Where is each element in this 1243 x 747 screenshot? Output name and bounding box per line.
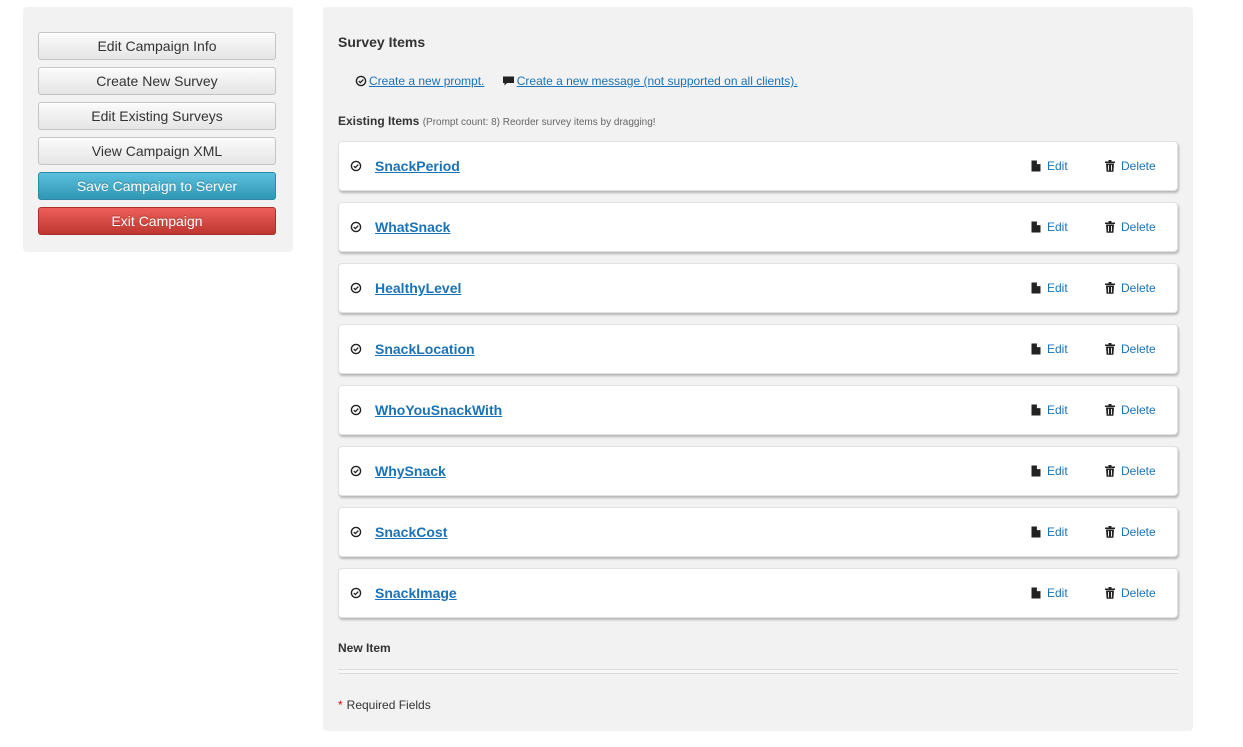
exit-campaign-button[interactable]: Exit Campaign [38, 207, 276, 235]
check-circle-icon [350, 220, 362, 238]
delete-item-button[interactable]: Delete [1105, 586, 1156, 600]
create-prompt-link-wrap: Create a new prompt. [355, 74, 484, 88]
delete-label: Delete [1121, 586, 1156, 600]
existing-items-heading: Existing Items (Prompt count: 8) Reorder… [338, 114, 656, 128]
check-circle-icon [350, 159, 362, 177]
edit-item-button[interactable]: Edit [1031, 159, 1068, 173]
edit-item-button[interactable]: Edit [1031, 586, 1068, 600]
campaign-sidebar: Edit Campaign Info Create New Survey Edi… [23, 7, 293, 252]
edit-label: Edit [1047, 159, 1068, 173]
required-fields-text: Required Fields [346, 698, 431, 712]
survey-items-title: Survey Items [338, 34, 426, 50]
edit-label: Edit [1047, 281, 1068, 295]
survey-item[interactable]: SnackPeriod Edit Delete [338, 141, 1178, 191]
survey-item[interactable]: SnackCost Edit Delete [338, 507, 1178, 557]
edit-label: Edit [1047, 403, 1068, 417]
survey-item[interactable]: WhySnack Edit Delete [338, 446, 1178, 496]
delete-item-button[interactable]: Delete [1105, 403, 1156, 417]
edit-item-button[interactable]: Edit [1031, 281, 1068, 295]
trash-icon [1105, 465, 1115, 477]
edit-campaign-info-button[interactable]: Edit Campaign Info [38, 32, 276, 60]
existing-items-subtitle: (Prompt count: 8) Reorder survey items b… [422, 117, 656, 128]
edit-label: Edit [1047, 525, 1068, 539]
delete-item-button[interactable]: Delete [1105, 159, 1156, 173]
trash-icon [1105, 343, 1115, 355]
file-icon [1031, 526, 1041, 538]
survey-item-name[interactable]: HealthyLevel [375, 280, 461, 296]
check-circle-icon [355, 75, 367, 87]
trash-icon [1105, 526, 1115, 538]
comment-icon [502, 76, 514, 86]
survey-item-name[interactable]: SnackCost [375, 524, 447, 540]
view-campaign-xml-button[interactable]: View Campaign XML [38, 137, 276, 165]
file-icon [1031, 282, 1041, 294]
survey-item-name[interactable]: SnackPeriod [375, 158, 460, 174]
edit-item-button[interactable]: Edit [1031, 342, 1068, 356]
trash-icon [1105, 282, 1115, 294]
edit-label: Edit [1047, 342, 1068, 356]
divider [338, 669, 1178, 674]
create-prompt-link[interactable]: Create a new prompt. [369, 74, 484, 88]
trash-icon [1105, 587, 1115, 599]
file-icon [1031, 221, 1041, 233]
file-icon [1031, 465, 1041, 477]
delete-item-button[interactable]: Delete [1105, 464, 1156, 478]
survey-item[interactable]: WhoYouSnackWith Edit Delete [338, 385, 1178, 435]
survey-item-name[interactable]: WhoYouSnackWith [375, 402, 502, 418]
new-item-title: New Item [338, 641, 391, 655]
edit-item-button[interactable]: Edit [1031, 525, 1068, 539]
check-circle-icon [350, 464, 362, 482]
edit-label: Edit [1047, 464, 1068, 478]
delete-label: Delete [1121, 464, 1156, 478]
survey-item-name[interactable]: SnackImage [375, 585, 457, 601]
edit-item-button[interactable]: Edit [1031, 403, 1068, 417]
delete-label: Delete [1121, 159, 1156, 173]
check-circle-icon [350, 281, 362, 299]
delete-item-button[interactable]: Delete [1105, 342, 1156, 356]
survey-item[interactable]: HealthyLevel Edit Delete [338, 263, 1178, 313]
survey-item-name[interactable]: WhySnack [375, 463, 446, 479]
delete-item-button[interactable]: Delete [1105, 220, 1156, 234]
file-icon [1031, 587, 1041, 599]
check-circle-icon [350, 403, 362, 421]
existing-items-title: Existing Items [338, 114, 420, 128]
create-new-survey-button[interactable]: Create New Survey [38, 67, 276, 95]
delete-label: Delete [1121, 403, 1156, 417]
check-circle-icon [350, 525, 362, 543]
edit-existing-surveys-button[interactable]: Edit Existing Surveys [38, 102, 276, 130]
create-message-link-wrap: Create a new message (not supported on a… [502, 74, 798, 88]
create-links: Create a new prompt. Create a new messag… [355, 74, 812, 90]
trash-icon [1105, 404, 1115, 416]
required-fields-note: * Required Fields [338, 698, 431, 712]
file-icon [1031, 404, 1041, 416]
trash-icon [1105, 160, 1115, 172]
check-circle-icon [350, 342, 362, 360]
save-campaign-button[interactable]: Save Campaign to Server [38, 172, 276, 200]
delete-item-button[interactable]: Delete [1105, 525, 1156, 539]
required-star: * [338, 698, 343, 712]
delete-item-button[interactable]: Delete [1105, 281, 1156, 295]
delete-label: Delete [1121, 342, 1156, 356]
survey-item[interactable]: SnackImage Edit Delete [338, 568, 1178, 618]
delete-label: Delete [1121, 220, 1156, 234]
edit-item-button[interactable]: Edit [1031, 220, 1068, 234]
survey-item[interactable]: WhatSnack Edit Delete [338, 202, 1178, 252]
create-message-link[interactable]: Create a new message (not supported on a… [517, 74, 798, 88]
survey-item[interactable]: SnackLocation Edit Delete [338, 324, 1178, 374]
check-circle-icon [350, 586, 362, 604]
survey-item-name[interactable]: WhatSnack [375, 219, 450, 235]
delete-label: Delete [1121, 525, 1156, 539]
edit-label: Edit [1047, 586, 1068, 600]
edit-label: Edit [1047, 220, 1068, 234]
file-icon [1031, 343, 1041, 355]
survey-items-panel: Survey Items Create a new prompt. Create… [323, 7, 1193, 731]
edit-item-button[interactable]: Edit [1031, 464, 1068, 478]
trash-icon [1105, 221, 1115, 233]
file-icon [1031, 160, 1041, 172]
survey-item-name[interactable]: SnackLocation [375, 341, 475, 357]
delete-label: Delete [1121, 281, 1156, 295]
